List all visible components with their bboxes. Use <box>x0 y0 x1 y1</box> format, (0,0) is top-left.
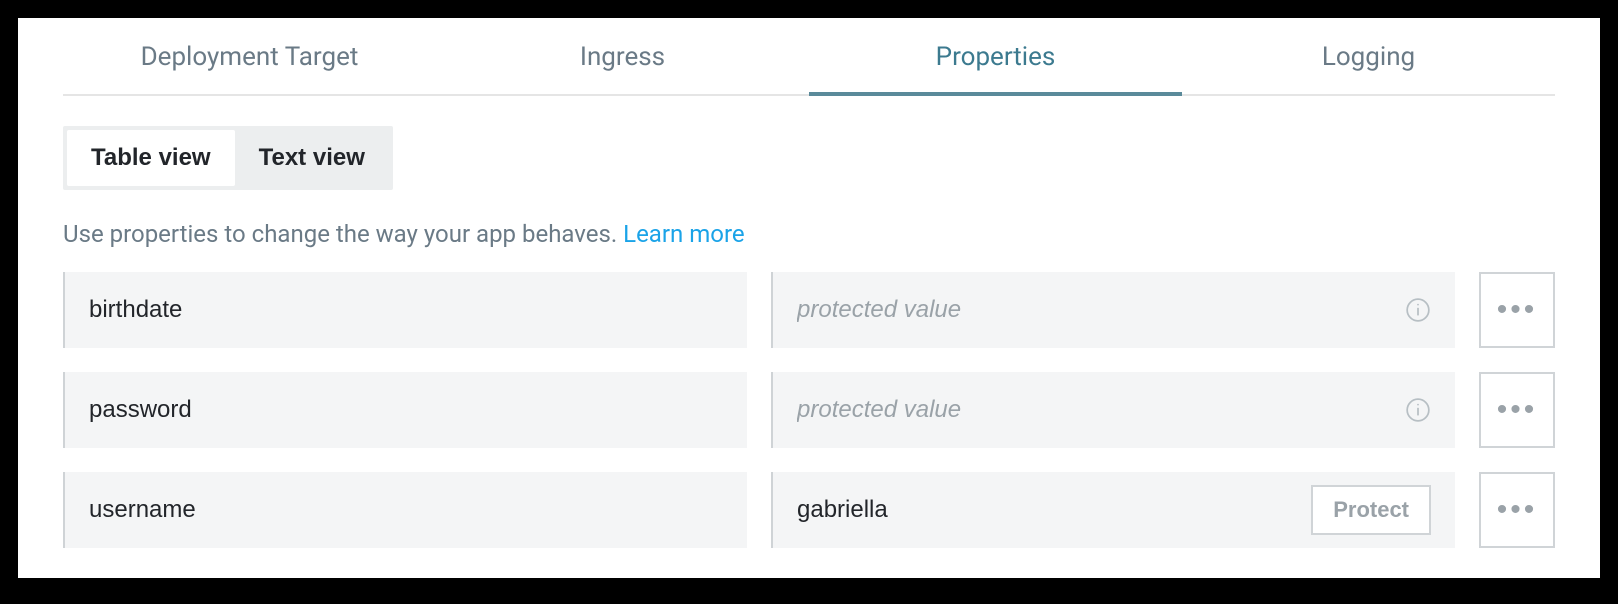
property-key-cell[interactable] <box>63 272 747 348</box>
tab-deployment-target[interactable]: Deployment Target <box>63 18 436 94</box>
properties-rows: ••• ••• Protect <box>63 272 1555 548</box>
properties-description: Use properties to change the way your ap… <box>63 220 1555 248</box>
protect-button[interactable]: Protect <box>1311 485 1431 535</box>
property-row: ••• <box>63 272 1555 348</box>
row-menu-button[interactable]: ••• <box>1479 472 1555 548</box>
ellipsis-icon: ••• <box>1497 293 1538 327</box>
learn-more-link[interactable]: Learn more <box>623 220 744 248</box>
property-value-input[interactable] <box>797 296 1389 324</box>
tab-properties[interactable]: Properties <box>809 18 1182 94</box>
row-menu-button[interactable]: ••• <box>1479 372 1555 448</box>
property-key-input[interactable] <box>89 496 723 524</box>
table-view-button[interactable]: Table view <box>67 130 235 186</box>
property-value-input[interactable] <box>797 496 1295 524</box>
property-key-input[interactable] <box>89 296 723 324</box>
description-text: Use properties to change the way your ap… <box>63 220 623 248</box>
property-key-input[interactable] <box>89 396 723 424</box>
property-key-cell[interactable] <box>63 472 747 548</box>
properties-panel: Deployment Target Ingress Properties Log… <box>18 18 1600 578</box>
info-icon[interactable] <box>1405 297 1431 323</box>
property-value-cell[interactable] <box>771 372 1455 448</box>
property-row: Protect ••• <box>63 472 1555 548</box>
text-view-button[interactable]: Text view <box>235 130 389 186</box>
property-value-input[interactable] <box>797 396 1389 424</box>
view-toggle: Table view Text view <box>63 126 393 190</box>
ellipsis-icon: ••• <box>1497 493 1538 527</box>
property-row: ••• <box>63 372 1555 448</box>
property-value-cell[interactable] <box>771 272 1455 348</box>
tab-logging[interactable]: Logging <box>1182 18 1555 94</box>
property-value-cell[interactable]: Protect <box>771 472 1455 548</box>
ellipsis-icon: ••• <box>1497 393 1538 427</box>
tabs-bar: Deployment Target Ingress Properties Log… <box>63 18 1555 96</box>
row-menu-button[interactable]: ••• <box>1479 272 1555 348</box>
property-key-cell[interactable] <box>63 372 747 448</box>
tab-ingress[interactable]: Ingress <box>436 18 809 94</box>
info-icon[interactable] <box>1405 397 1431 423</box>
